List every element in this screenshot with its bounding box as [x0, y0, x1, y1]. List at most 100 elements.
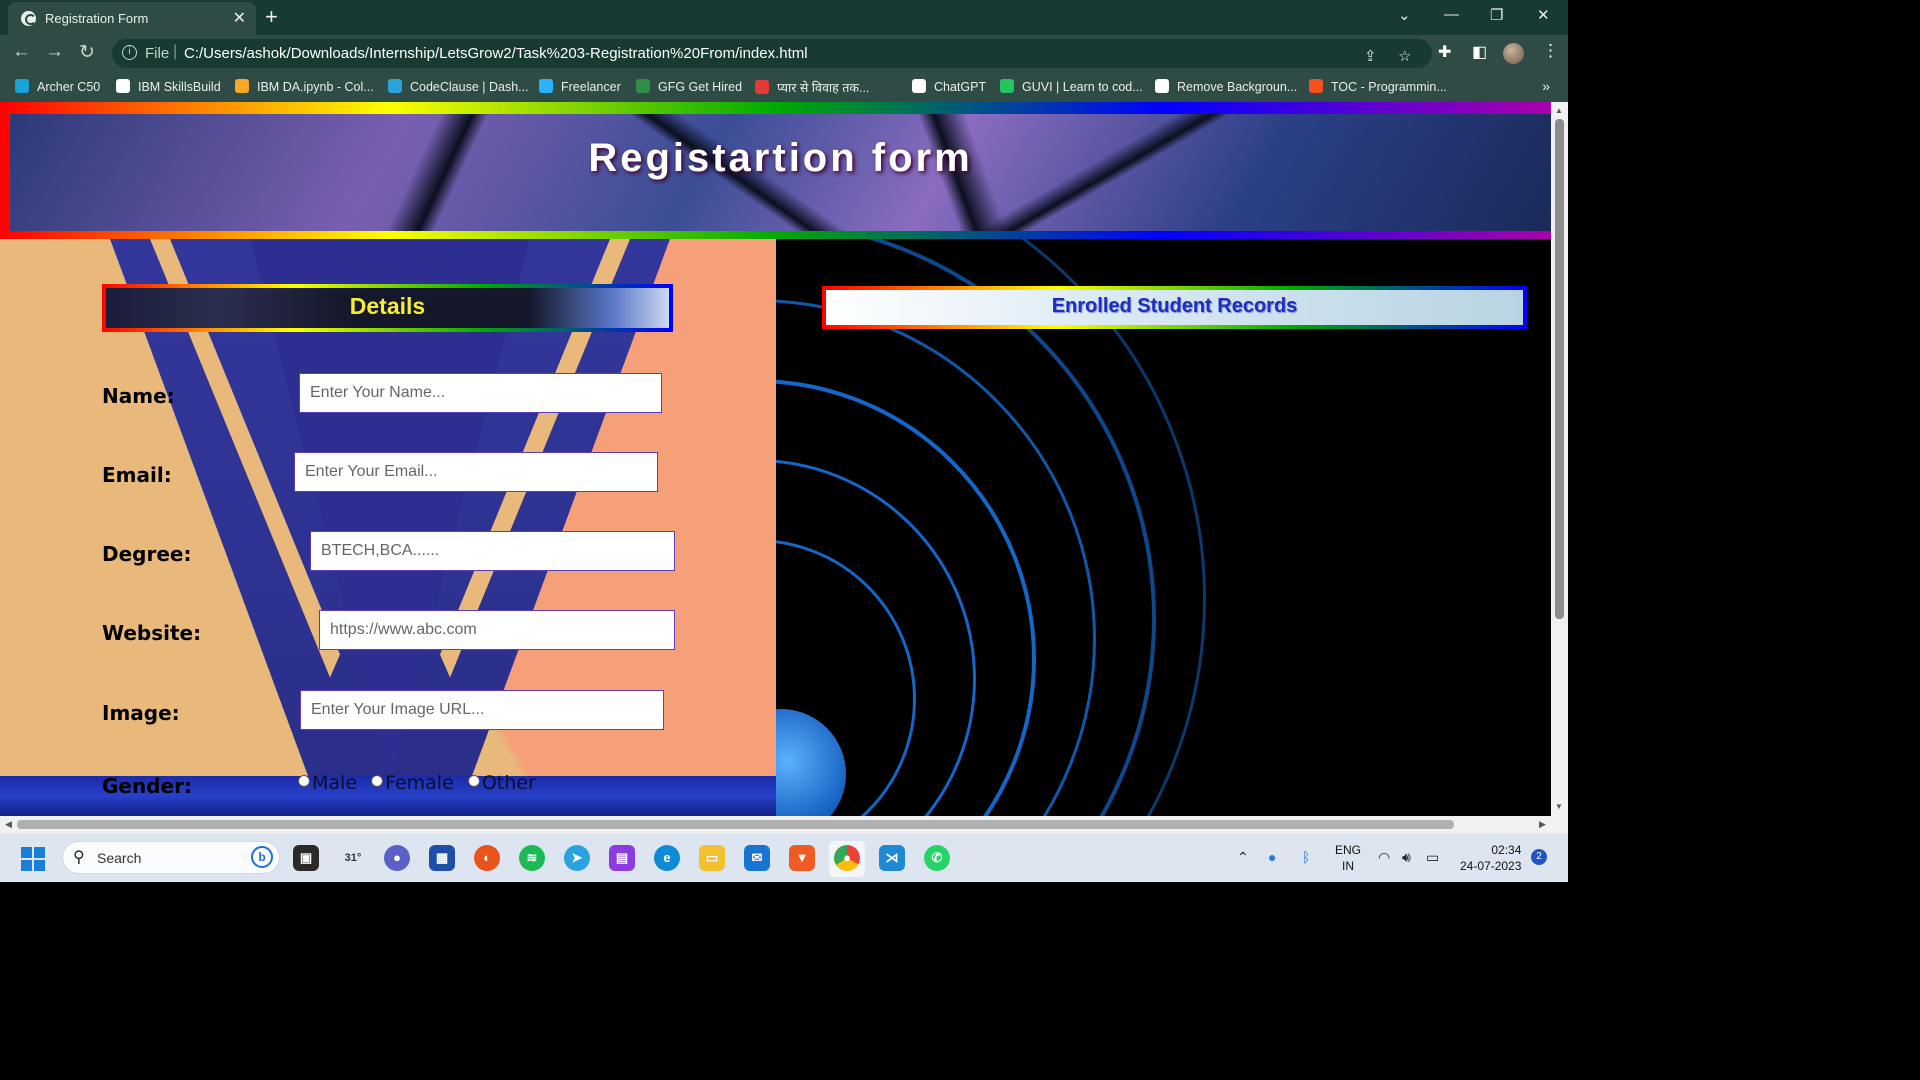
radio-button[interactable]	[298, 775, 310, 787]
name-input[interactable]	[299, 373, 662, 413]
chrome-icon[interactable]: ●	[834, 845, 860, 871]
mail-icon[interactable]: ✉	[744, 845, 770, 871]
bookmark-star-icon[interactable]: ☆	[1398, 47, 1411, 65]
extensions-puzzle-icon[interactable]: ✚	[1438, 42, 1451, 62]
vertical-scrollbar[interactable]: ▲ ▼	[1551, 102, 1568, 816]
website-input[interactable]	[319, 610, 675, 650]
bookmark-vivah[interactable]: प्यार से विवाह तक...	[755, 79, 869, 96]
taskbar-search[interactable]: ⚲ Search b	[62, 841, 280, 874]
gender-option-other[interactable]: Other	[467, 772, 536, 794]
gfg-icon	[636, 79, 650, 93]
edge-icon[interactable]: e	[654, 845, 680, 871]
page-viewport: Registartion form Details Name: Email: D…	[0, 102, 1551, 816]
address-toolbar: ← → ↻ i File | C:/Users/ashok/Downloads/…	[0, 35, 1568, 72]
radio-button[interactable]	[371, 775, 384, 787]
bookmark-codeclause[interactable]: CodeClause | Dash...	[388, 79, 529, 94]
whatsapp-icon[interactable]: ✆	[924, 845, 950, 871]
security-tray-icon[interactable]: ●	[1268, 849, 1276, 865]
reload-icon[interactable]: ↻	[79, 41, 95, 64]
input-language-indicator[interactable]: ENG IN	[1335, 842, 1361, 874]
tab-title: Registration Form	[45, 11, 149, 26]
gender-option-male[interactable]: Male	[298, 772, 357, 794]
profile-avatar[interactable]	[1503, 43, 1524, 64]
page-favicon-icon	[21, 11, 36, 26]
bookmark-toc[interactable]: TOC - Programmin...	[1309, 79, 1447, 94]
bookmark-remove-bg[interactable]: Remove Backgroun...	[1155, 79, 1297, 94]
language-code: ENG	[1335, 843, 1362, 857]
restore-button[interactable]: ❐	[1490, 6, 1503, 24]
weather-widget[interactable]: 31°	[340, 845, 366, 871]
bookmark-archer[interactable]: Archer C50	[15, 79, 100, 94]
windows-taskbar: ⚲ Search b ▣ 31° ● ▦ ◐ ≋ ➤ ▤ e ▭ ✉ ▼ ● ⋊…	[0, 833, 1568, 882]
guvi-icon	[1000, 79, 1014, 93]
wifi-icon[interactable]: ◠	[1378, 849, 1390, 866]
url-bar[interactable]: i File | C:/Users/ashok/Downloads/Intern…	[112, 39, 1432, 68]
bookmark-label: GFG Get Hired	[658, 80, 743, 94]
tab-search-icon[interactable]: ⌄	[1398, 6, 1411, 24]
scrollbar-thumb[interactable]	[17, 820, 1454, 829]
minimize-button[interactable]: —	[1444, 6, 1459, 23]
forward-arrow-icon[interactable]: →	[45, 41, 64, 63]
image-url-input[interactable]	[300, 690, 664, 730]
student-records-panel: Enrolled Student Records	[776, 239, 1551, 816]
spotify-icon[interactable]: ≋	[519, 845, 545, 871]
show-hidden-icons-chevron-icon[interactable]: ⌃	[1237, 849, 1249, 866]
bookmark-ibm-skillsbuild[interactable]: IBM SkillsBuild	[116, 79, 221, 94]
browser-tab[interactable]: Registration Form ✕	[8, 2, 256, 35]
windows-start-icon[interactable]	[21, 847, 45, 871]
radio-button[interactable]	[467, 775, 480, 787]
task-view-icon[interactable]: ▣	[293, 845, 319, 871]
tab-strip: Registration Form ✕ + ⌄ — ❐ ✕	[0, 0, 1568, 35]
clipchamp-icon[interactable]: ▤	[609, 845, 635, 871]
vscode-icon[interactable]: ⋊	[879, 845, 905, 871]
close-window-button[interactable]: ✕	[1537, 6, 1550, 24]
share-icon[interactable]: ⇪	[1364, 47, 1377, 65]
telegram-icon[interactable]: ➤	[564, 845, 590, 871]
scroll-down-icon[interactable]: ▼	[1555, 802, 1563, 811]
gender-option-label: Male	[312, 772, 358, 794]
gender-label: Gender:	[102, 774, 192, 798]
side-panel-icon[interactable]: ◧	[1472, 42, 1487, 62]
site-info-icon[interactable]: i	[122, 45, 137, 60]
details-heading-box: Details	[102, 284, 673, 332]
bookmark-chatgpt[interactable]: ChatGPT	[912, 79, 986, 94]
bookmark-label: IBM SkillsBuild	[138, 80, 221, 94]
file-explorer-icon[interactable]: ▭	[699, 845, 725, 871]
scroll-right-icon[interactable]: ▶	[1539, 819, 1546, 830]
bookmark-guvi[interactable]: GUVI | Learn to cod...	[1000, 79, 1143, 94]
teams-chat-icon[interactable]: ●	[384, 845, 410, 871]
name-label: Name:	[102, 384, 175, 408]
page-title: Registartion form	[588, 136, 973, 180]
browser-menu-icon[interactable]: ⋮	[1542, 41, 1559, 61]
toc-icon	[1309, 79, 1323, 93]
image-label: Image:	[102, 701, 180, 725]
scroll-left-icon[interactable]: ◀	[5, 819, 12, 830]
back-arrow-icon[interactable]: ←	[12, 41, 31, 63]
email-input[interactable]	[294, 452, 658, 492]
clock-time: 02:34	[1491, 843, 1522, 857]
new-tab-button[interactable]: +	[265, 4, 278, 30]
bookmark-gfg[interactable]: GFG Get Hired	[636, 79, 742, 94]
scroll-up-icon[interactable]: ▲	[1555, 106, 1563, 115]
system-clock[interactable]: 02:34 24-07-2023	[1460, 842, 1521, 874]
bookmark-colab[interactable]: IBM DA.ipynb - Col...	[235, 79, 374, 94]
close-tab-icon[interactable]: ✕	[233, 8, 246, 28]
notification-badge[interactable]: 2	[1531, 849, 1547, 865]
brave-icon[interactable]: ▼	[789, 845, 815, 871]
microsoft-store-icon[interactable]: ▦	[429, 845, 455, 871]
details-heading: Details	[349, 293, 426, 319]
battery-icon[interactable]: ▭	[1426, 849, 1439, 866]
firefox-icon[interactable]: ◐	[474, 845, 500, 871]
volume-icon[interactable]: 🔊︎	[1402, 849, 1411, 866]
more-bookmarks-button[interactable]: »	[1542, 78, 1550, 94]
bookmark-label: TOC - Programmin...	[1331, 80, 1447, 94]
horizontal-scrollbar[interactable]: ◀ ▶	[0, 816, 1568, 833]
gender-option-female[interactable]: Female	[371, 772, 454, 794]
bluetooth-icon[interactable]: ᛒ	[1302, 849, 1310, 865]
bookmark-freelancer[interactable]: Freelancer	[539, 79, 621, 94]
start-tile	[34, 847, 45, 858]
bing-icon[interactable]: b	[251, 846, 273, 868]
scrollbar-thumb[interactable]	[1555, 119, 1564, 619]
url-text[interactable]: C:/Users/ashok/Downloads/Internship/Lets…	[184, 45, 808, 62]
degree-input[interactable]	[310, 531, 675, 571]
